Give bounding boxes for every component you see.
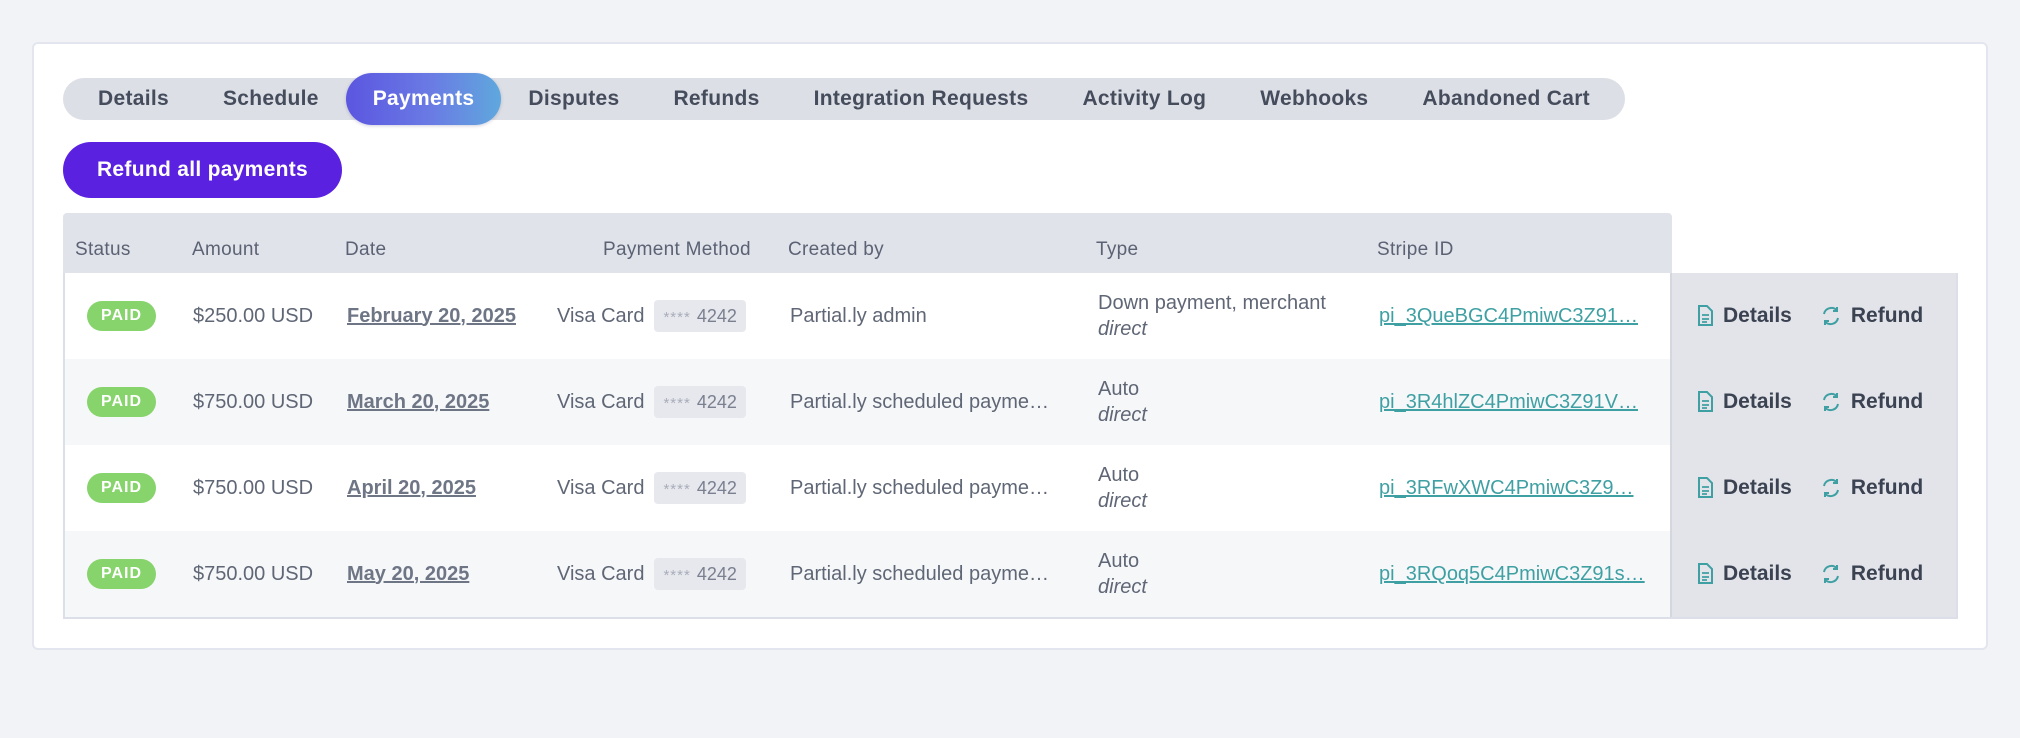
details-button[interactable]: Details bbox=[1696, 476, 1792, 500]
table-header: Status Amount Date Payment Method Create… bbox=[63, 213, 1672, 273]
table-row: PAID $750.00 USD May 20, 2025 Visa Card … bbox=[65, 531, 1956, 617]
amount: $750.00 USD bbox=[193, 390, 314, 413]
payment-method: Visa Card **** 4242 bbox=[557, 445, 746, 531]
amount: $250.00 USD bbox=[193, 304, 314, 327]
date-link[interactable]: April 20, 2025 bbox=[347, 477, 476, 500]
status-badge: PAID bbox=[87, 301, 157, 331]
type-label: Auto bbox=[1098, 550, 1140, 572]
created-by: Partial.ly scheduled payme… bbox=[790, 477, 1050, 499]
date-link[interactable]: February 20, 2025 bbox=[347, 305, 516, 328]
card-brand: Visa Card bbox=[557, 476, 645, 499]
date-link[interactable]: May 20, 2025 bbox=[347, 563, 469, 586]
refund-button[interactable]: Refund bbox=[1820, 476, 1923, 500]
document-icon bbox=[1698, 563, 1713, 584]
tab-bar: Details Schedule Payments Disputes Refun… bbox=[63, 73, 1625, 125]
amount: $750.00 USD bbox=[193, 562, 314, 585]
tab-payments[interactable]: Payments bbox=[345, 73, 502, 125]
tab-refunds[interactable]: Refunds bbox=[646, 78, 786, 120]
row-actions: Details Refund bbox=[1670, 273, 1956, 359]
refund-button[interactable]: Refund bbox=[1820, 390, 1923, 414]
card-number: **** 4242 bbox=[654, 472, 746, 504]
payment-type: Auto direct bbox=[1098, 445, 1147, 531]
type-sub: direct bbox=[1098, 318, 1147, 340]
payment-type: Auto direct bbox=[1098, 531, 1147, 617]
row-actions: Details Refund bbox=[1670, 445, 1956, 531]
tab-integration-requests[interactable]: Integration Requests bbox=[787, 78, 1056, 120]
details-button[interactable]: Details bbox=[1696, 304, 1792, 328]
created-by: Partial.ly scheduled payme… bbox=[790, 391, 1050, 413]
table-row: PAID $750.00 USD April 20, 2025 Visa Car… bbox=[65, 445, 1956, 531]
header-stripe-id: Stripe ID bbox=[1377, 239, 1454, 260]
card-number: **** 4242 bbox=[654, 558, 746, 590]
row-actions: Details Refund bbox=[1670, 531, 1956, 617]
tab-details[interactable]: Details bbox=[71, 78, 196, 120]
payment-method: Visa Card **** 4242 bbox=[557, 359, 746, 445]
details-button[interactable]: Details bbox=[1696, 562, 1792, 586]
created-by: Partial.ly admin bbox=[790, 305, 927, 327]
refresh-icon bbox=[1822, 306, 1839, 326]
tab-webhooks[interactable]: Webhooks bbox=[1233, 78, 1395, 120]
stripe-id-link[interactable]: pi_3RQoq5C4PmiwC3Z91s… bbox=[1379, 531, 1645, 617]
type-label: Auto bbox=[1098, 464, 1140, 486]
header-date: Date bbox=[345, 239, 387, 260]
table-row: PAID $250.00 USD February 20, 2025 Visa … bbox=[65, 273, 1956, 359]
refresh-icon bbox=[1822, 564, 1839, 584]
status-badge: PAID bbox=[87, 387, 157, 417]
stripe-id-link[interactable]: pi_3RFwXWC4PmiwC3Z9… bbox=[1379, 445, 1634, 531]
type-sub: direct bbox=[1098, 404, 1147, 426]
refresh-icon bbox=[1822, 392, 1839, 412]
header-created-by: Created by bbox=[788, 239, 884, 260]
card-brand: Visa Card bbox=[557, 304, 645, 327]
tab-schedule[interactable]: Schedule bbox=[196, 78, 346, 120]
created-by: Partial.ly scheduled payme… bbox=[790, 563, 1050, 585]
type-sub: direct bbox=[1098, 576, 1147, 598]
header-payment-method: Payment Method bbox=[603, 239, 751, 260]
tab-disputes[interactable]: Disputes bbox=[501, 78, 646, 120]
tab-abandoned-cart[interactable]: Abandoned Cart bbox=[1395, 78, 1617, 120]
document-icon bbox=[1698, 477, 1713, 498]
status-badge: PAID bbox=[87, 559, 157, 589]
row-actions: Details Refund bbox=[1670, 359, 1956, 445]
amount: $750.00 USD bbox=[193, 476, 314, 499]
type-label: Down payment, merchant bbox=[1098, 292, 1326, 314]
details-button[interactable]: Details bbox=[1696, 390, 1792, 414]
table-row: PAID $750.00 USD March 20, 2025 Visa Car… bbox=[65, 359, 1956, 445]
payment-method: Visa Card **** 4242 bbox=[557, 273, 746, 359]
table-body: PAID $250.00 USD February 20, 2025 Visa … bbox=[63, 273, 1958, 619]
card-number: **** 4242 bbox=[654, 300, 746, 332]
date-link[interactable]: March 20, 2025 bbox=[347, 391, 489, 414]
payment-type: Down payment, merchant direct bbox=[1098, 273, 1326, 359]
refresh-icon bbox=[1822, 478, 1839, 498]
payment-method: Visa Card **** 4242 bbox=[557, 531, 746, 617]
refund-all-button[interactable]: Refund all payments bbox=[63, 142, 342, 198]
header-type: Type bbox=[1096, 239, 1139, 260]
card-brand: Visa Card bbox=[557, 562, 645, 585]
document-icon bbox=[1698, 305, 1713, 326]
tab-activity-log[interactable]: Activity Log bbox=[1055, 78, 1233, 120]
status-badge: PAID bbox=[87, 473, 157, 503]
type-label: Auto bbox=[1098, 378, 1140, 400]
stripe-id-link[interactable]: pi_3R4hlZC4PmiwC3Z91V… bbox=[1379, 359, 1638, 445]
header-amount: Amount bbox=[192, 239, 260, 260]
stripe-id-link[interactable]: pi_3QueBGC4PmiwC3Z91… bbox=[1379, 273, 1638, 359]
type-sub: direct bbox=[1098, 490, 1147, 512]
document-icon bbox=[1698, 391, 1713, 412]
card-number: **** 4242 bbox=[654, 386, 746, 418]
header-status: Status bbox=[75, 239, 131, 260]
refund-button[interactable]: Refund bbox=[1820, 562, 1923, 586]
refund-button[interactable]: Refund bbox=[1820, 304, 1923, 328]
card-brand: Visa Card bbox=[557, 390, 645, 413]
payment-type: Auto direct bbox=[1098, 359, 1147, 445]
